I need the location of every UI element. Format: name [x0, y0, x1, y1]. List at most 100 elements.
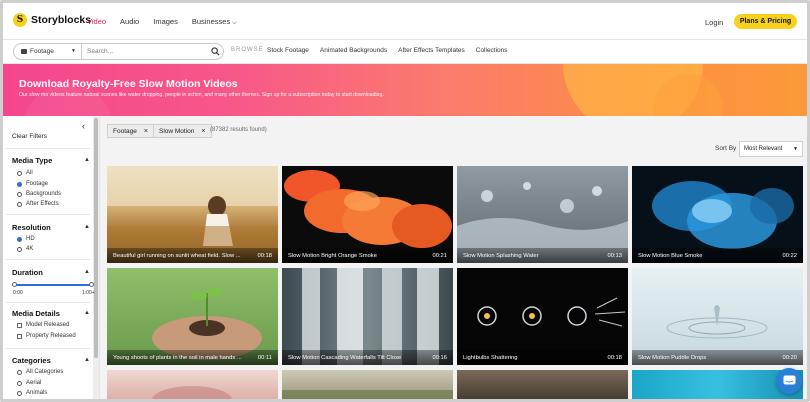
resolution-option-4k[interactable]: 4K [17, 246, 33, 252]
video-tile[interactable]: Slow Motion Cascading Waterfalls Tilt Cl… [282, 268, 453, 365]
divider [6, 214, 90, 215]
radio-button[interactable] [17, 246, 22, 252]
duration-slider-max-handle[interactable] [89, 281, 94, 287]
checkbox[interactable] [17, 322, 22, 328]
video-duration: 00:18 [257, 252, 272, 259]
radio-button-selected[interactable] [17, 236, 22, 242]
nav-link-images[interactable]: Images [153, 17, 178, 27]
video-duration: 00:22 [782, 252, 797, 259]
duration-heading[interactable]: Duration [12, 268, 43, 277]
video-caption: Lightbulbs Shattering 00:18 [457, 350, 628, 365]
option-label: Animals [26, 390, 48, 396]
close-icon[interactable]: × [201, 128, 205, 135]
radio-button[interactable] [17, 390, 22, 396]
category-option-animals[interactable]: Animals [17, 390, 47, 396]
media-details-option-model-released[interactable]: Model Released [17, 322, 69, 328]
video-thumbnail [282, 390, 453, 399]
video-caption: Slow Motion Puddle Drops 00:20 [632, 350, 803, 365]
chevron-up-icon[interactable]: ▲ [84, 269, 90, 275]
close-icon[interactable]: × [144, 128, 148, 135]
results-count: (87382 results found) [210, 127, 267, 133]
category-option-all[interactable]: All Categories [17, 369, 63, 375]
chevron-up-icon[interactable]: ▲ [84, 224, 90, 230]
video-tile[interactable] [457, 370, 628, 399]
video-duration: 00:11 [257, 354, 272, 361]
browse-label: BROWSE [231, 47, 264, 53]
logo-text: Storyblocks [31, 14, 92, 26]
media-details-heading[interactable]: Media Details [12, 309, 60, 318]
radio-button[interactable] [17, 170, 22, 176]
login-link[interactable]: Login [705, 18, 723, 27]
media-details-option-property-released[interactable]: Property Released [17, 333, 76, 339]
video-duration: 00:21 [432, 252, 447, 259]
video-duration: 00:13 [607, 252, 622, 259]
collapse-sidebar-icon[interactable]: ‹ [82, 121, 85, 131]
duration-slider-track[interactable] [14, 284, 93, 286]
video-tile[interactable]: Slow Motion Splashing Water 00:13 [457, 166, 628, 263]
categories-heading[interactable]: Categories [12, 356, 51, 365]
chip-label: Footage [113, 127, 137, 135]
filter-chip-footage[interactable]: Footage × [107, 124, 154, 138]
radio-button[interactable] [17, 191, 22, 197]
nav-link-businesses-label: Businesses [191, 17, 231, 26]
video-title: Slow Motion Cascading Waterfalls Tilt Cl… [288, 354, 402, 361]
chevron-up-icon[interactable]: ▲ [84, 310, 90, 316]
media-type-option-after-effects[interactable]: After Effects [17, 201, 59, 207]
video-caption: Slow Motion Blue Smoke 00:22 [632, 248, 803, 263]
plans-pricing-button[interactable]: Plans & Pricing [734, 14, 797, 29]
video-tile[interactable]: Beautiful girl running on sunlit wheat f… [107, 166, 278, 263]
video-tile[interactable]: Slow Motion Blue Smoke 00:22 [632, 166, 803, 263]
media-type-option-backgrounds[interactable]: Backgrounds [17, 191, 61, 197]
sidebar-scrollbar-thumb[interactable] [94, 118, 98, 358]
option-label: After Effects [26, 201, 59, 207]
storyblocks-logo[interactable]: S Storyblocks [13, 13, 91, 27]
video-title: Lightbulbs Shattering [463, 354, 518, 361]
browser-frame: S Storyblocks Video Audio Images Busines… [0, 0, 810, 402]
media-type-select[interactable]: Footage ▼ [14, 44, 82, 59]
duration-slider-min-handle[interactable] [12, 281, 17, 287]
category-link-collections[interactable]: Collections [476, 47, 508, 54]
video-caption: Slow Motion Bright Orange Smoke 00:21 [282, 248, 453, 263]
nav-link-video[interactable]: Video [87, 17, 106, 27]
filter-chip-slow-motion[interactable]: Slow Motion × [153, 124, 212, 138]
video-tile[interactable] [282, 370, 453, 399]
checkbox[interactable] [17, 333, 22, 339]
chevron-up-icon[interactable]: ▲ [84, 357, 90, 363]
video-tile[interactable] [107, 370, 278, 399]
nav-link-businesses[interactable]: Businesses ⌵ [192, 17, 237, 27]
search-icon[interactable] [207, 47, 223, 56]
clear-filters-link[interactable]: Clear Filters [12, 133, 47, 140]
video-tile[interactable]: Lightbulbs Shattering 00:18 [457, 268, 628, 365]
category-link-stock-footage[interactable]: Stock Footage [267, 47, 309, 54]
media-type-heading[interactable]: Media Type [12, 156, 52, 165]
chevron-up-icon[interactable]: ▲ [84, 157, 90, 163]
video-tile[interactable]: Slow Motion Bright Orange Smoke 00:21 [282, 166, 453, 263]
radio-button[interactable] [17, 380, 22, 386]
chat-widget-button[interactable] [776, 368, 802, 394]
resolution-heading[interactable]: Resolution [12, 223, 51, 232]
nav-link-audio[interactable]: Audio [120, 17, 139, 27]
duration-min-label: 0:00 [13, 290, 23, 296]
radio-button[interactable] [17, 201, 22, 207]
category-link-animated-backgrounds[interactable]: Animated Backgrounds [320, 47, 387, 54]
category-link-after-effects-templates[interactable]: After Effects Templates [398, 47, 465, 54]
sort-select-value: Most Relevant [744, 146, 783, 152]
media-type-option-all[interactable]: All [17, 170, 33, 176]
chevron-down-icon: ▼ [71, 48, 76, 54]
radio-button-selected[interactable] [17, 181, 22, 187]
sort-by-label: Sort By [715, 145, 737, 152]
category-option-aerial[interactable]: Aerial [17, 380, 41, 386]
resolution-option-hd[interactable]: HD [17, 236, 35, 242]
radio-button[interactable] [17, 369, 22, 375]
video-tile[interactable]: Young shoots of plants in the soil in ma… [107, 268, 278, 365]
option-label: HD [26, 236, 35, 242]
media-type-option-footage[interactable]: Footage [17, 181, 48, 187]
video-tile[interactable]: Slow Motion Puddle Drops 00:20 [632, 268, 803, 365]
search-input[interactable] [82, 48, 207, 55]
film-icon [21, 49, 27, 54]
divider [6, 259, 90, 260]
sort-select[interactable]: Most Relevant ▼ [739, 141, 803, 157]
top-navigation: S Storyblocks Video Audio Images Busines… [3, 3, 807, 40]
option-label: Aerial [26, 380, 42, 386]
search-box: Footage ▼ [13, 43, 224, 60]
